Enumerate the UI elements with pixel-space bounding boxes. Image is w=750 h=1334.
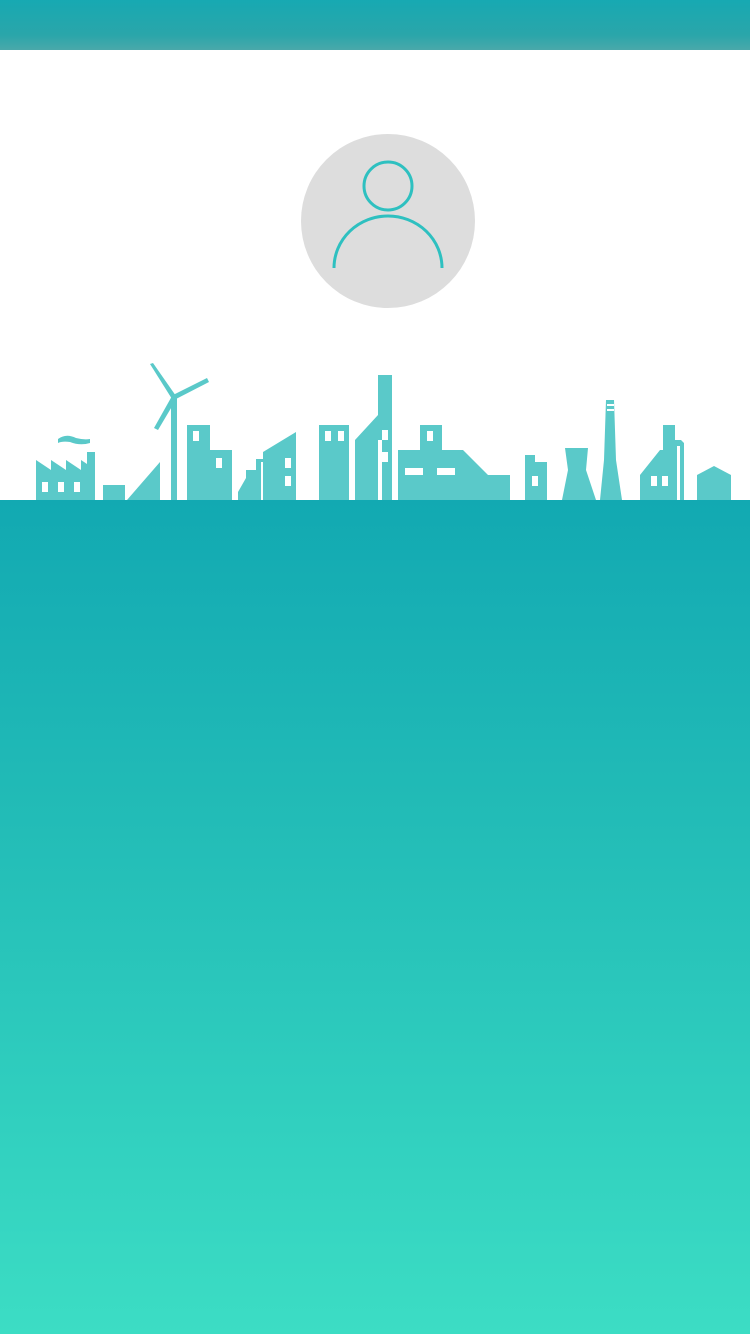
status-bar (0, 0, 750, 50)
content-panel (0, 500, 750, 1334)
screen (0, 0, 750, 1334)
user-icon (332, 160, 444, 269)
city-skyline-illustration (36, 363, 731, 500)
avatar[interactable] (301, 134, 475, 308)
